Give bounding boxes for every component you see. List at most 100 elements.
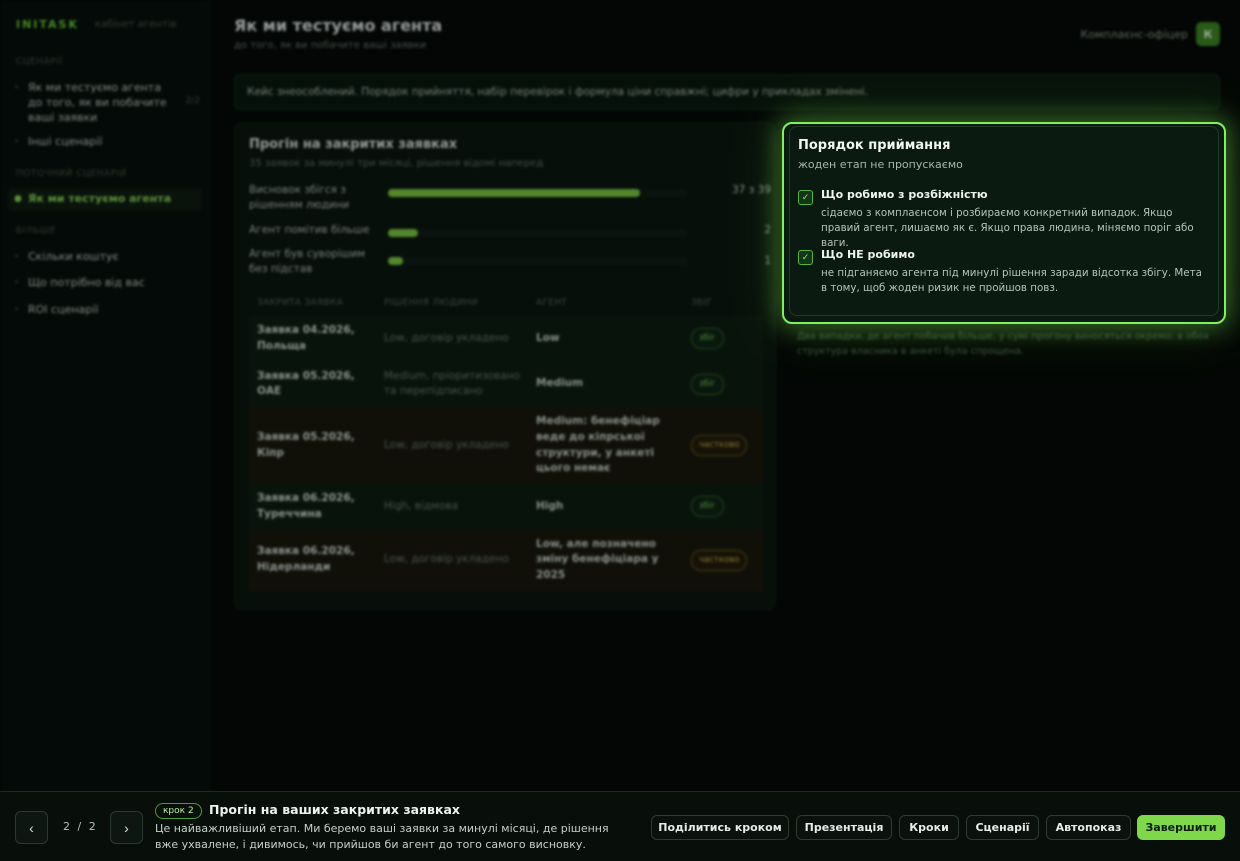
page-title: Як ми тестуємо агента <box>234 16 443 35</box>
match-badge: збіг <box>691 496 724 518</box>
cell-application: Заявка 04.2026, Польща <box>257 324 355 352</box>
avatar[interactable]: К <box>1196 22 1220 46</box>
metric-track <box>388 257 688 265</box>
sidebar-item-active[interactable]: ● Як ми тестуємо агента <box>8 188 202 211</box>
step-title: Прогін на ваших закритих заявках <box>209 802 460 817</box>
column-header: РІШЕННЯ ЛЮДИНИ <box>384 298 478 308</box>
share-step-button[interactable]: Поділитись кроком <box>651 815 789 840</box>
cell-match: збіг <box>683 362 763 408</box>
page-current: 2 <box>63 820 70 833</box>
brand-logo[interactable]: INITASK <box>16 18 79 31</box>
user-menu[interactable]: Комплаєнс-офіцер К <box>1081 22 1220 46</box>
card-subtitle: 35 заявок за минулі три місяці, рішення … <box>249 158 544 169</box>
cell-match: збіг <box>683 316 763 362</box>
section-label-more: більше <box>16 226 57 236</box>
rule-title: Що НЕ робимо <box>821 248 915 261</box>
metric-fill <box>388 229 418 237</box>
sidebar-item-label: Що потрібно від вас <box>28 276 145 289</box>
metric-value: 37 з 39 <box>732 184 771 196</box>
metric-fill <box>388 189 640 197</box>
sidebar-item-label: Скільки коштує <box>28 250 119 263</box>
metric-label: Агент був суворішим без підстав <box>249 248 366 276</box>
sidebar-item-count: 2/2 <box>185 96 200 106</box>
rule-title: Що робимо з розбіжністю <box>821 188 988 201</box>
cell-human-decision: High, відмова <box>384 499 459 512</box>
steps-button[interactable]: Кроки <box>899 815 959 840</box>
cell-agent-verdict: Low, але позначено зміну бенефіціара у 2… <box>536 537 659 582</box>
page-subtitle: до того, як ви побачите ваші заявки <box>234 40 427 51</box>
sidebar-item-label: Як ми тестуємо агента <box>28 192 172 205</box>
prev-step-button[interactable]: ‹ <box>15 811 48 844</box>
page-total: 2 <box>88 820 96 833</box>
metric-track <box>388 189 688 197</box>
sidebar: INITASK кабінет агентів сценарії • Як ми… <box>0 0 210 861</box>
table-header-row: ЗАКРИТА ЗАЯВКА РІШЕННЯ ЛЮДИНИ АГЕНТ ЗБІГ <box>249 290 763 316</box>
sidebar-item-requirements[interactable]: • Що потрібно від вас <box>14 276 200 291</box>
cell-human-decision: Medium, пріоритизовано та перепідписано <box>384 369 520 398</box>
check-icon: ✓ <box>798 190 813 205</box>
cell-match: збіг <box>683 484 763 530</box>
step-badge: крок 2 <box>155 803 202 819</box>
cell-agent-verdict: Medium <box>536 377 584 390</box>
section-label-scenarios: сценарії <box>16 57 63 67</box>
rule-description: не підганяємо агента під минулі рішення … <box>821 267 1202 294</box>
step-description: Це найважливіший етап. Ми беремо ваші за… <box>155 822 609 851</box>
finish-button[interactable]: Завершити <box>1137 815 1225 840</box>
table-row: Заявка 06.2026, Туреччина High, відмова Hi… <box>249 484 763 530</box>
metric-value: 2 <box>764 224 771 236</box>
autoplay-button[interactable]: Автопоказ <box>1046 815 1131 840</box>
bullet-icon: • <box>14 278 20 288</box>
match-badge: частково <box>691 435 748 456</box>
active-dot-icon: ● <box>14 194 22 204</box>
match-badge: збіг <box>691 373 724 395</box>
presentation-button[interactable]: Презентація <box>796 815 892 840</box>
table-row: Заявка 05.2026, ОАЕ Medium, пріоритизован… <box>249 361 763 408</box>
metric-label: Агент помітив більше <box>249 224 370 236</box>
metric-value: 1 <box>764 255 771 267</box>
page-separator: / <box>77 820 82 833</box>
bullet-icon: • <box>14 137 20 147</box>
table-row: Заявка 06.2026, Нідерланди Low, договір у… <box>249 529 763 591</box>
sidebar-item-label: Як ми тестуємо агента до того, як ви поб… <box>28 81 167 124</box>
scenarios-button[interactable]: Сценарії <box>966 815 1039 840</box>
brand-subtitle: кабінет агентів <box>95 19 177 30</box>
annotation-note: Два випадки, де агент побачив більше, у … <box>797 331 1210 357</box>
sidebar-item-other-scenarios[interactable]: • Інші сценарії <box>14 135 200 150</box>
acceptance-order-popover: Порядок приймання жоден етап не пропуска… <box>782 122 1226 324</box>
sidebar-item-testing[interactable]: • Як ми тестуємо агента до того, як ви п… <box>14 81 200 126</box>
page-header: Як ми тестуємо агента до того, як ви поб… <box>234 16 442 51</box>
check-icon: ✓ <box>798 250 813 265</box>
cell-human-decision: Low, договір укладено <box>384 331 509 344</box>
disclaimer-notice: Кейс знеособлений. Порядок прийняття, на… <box>234 74 1220 110</box>
column-header: АГЕНТ <box>536 298 568 308</box>
popover-title: Порядок приймання <box>798 138 951 153</box>
metric-fill <box>388 257 403 265</box>
column-header: ЗАКРИТА ЗАЯВКА <box>257 298 344 308</box>
sidebar-item-roi[interactable]: • ROI сценарії <box>14 303 200 318</box>
results-table: ЗАКРИТА ЗАЯВКА РІШЕННЯ ЛЮДИНИ АГЕНТ ЗБІГ… <box>249 290 763 591</box>
bullet-icon: • <box>14 83 20 93</box>
cell-agent-verdict: Medium: бенефіціар веде до кіпрської стр… <box>536 415 660 475</box>
sidebar-item-pricing[interactable]: • Скільки коштує <box>14 250 200 265</box>
card-title: Прогін на закритих заявках <box>249 137 458 152</box>
sidebar-item-label: Інші сценарії <box>28 135 103 148</box>
next-step-button[interactable]: › <box>110 811 143 844</box>
match-badge: збіг <box>691 328 724 350</box>
cell-agent-verdict: Low <box>536 331 560 344</box>
cell-application: Заявка 06.2026, Туреччина <box>257 492 355 520</box>
column-header: ЗБІГ <box>691 298 713 308</box>
cell-human-decision: Low, договір укладено <box>384 438 509 451</box>
popover-subtitle: жоден етап не пропускаємо <box>798 158 963 171</box>
backtest-card: Прогін на закритих заявках 35 заявок за … <box>234 122 776 610</box>
cell-match: частково <box>683 407 763 484</box>
cell-match: частково <box>683 530 763 591</box>
section-label-current: поточний сценарій <box>16 169 127 179</box>
tour-bottom-bar: ‹ 2 / 2 › крок 2 Прогін на ваших закрити… <box>0 791 1240 861</box>
metric-track <box>388 229 688 237</box>
match-badge: частково <box>691 549 748 571</box>
user-name: Комплаєнс-офіцер <box>1080 27 1188 41</box>
metric-label: Висновок збігся з рішенням людини <box>249 184 350 212</box>
bullet-icon: • <box>14 305 20 315</box>
rule-description: сідаємо з комплаєнсом і розбираємо конкр… <box>821 207 1194 249</box>
sidebar-item-label: ROI сценарії <box>28 303 99 316</box>
